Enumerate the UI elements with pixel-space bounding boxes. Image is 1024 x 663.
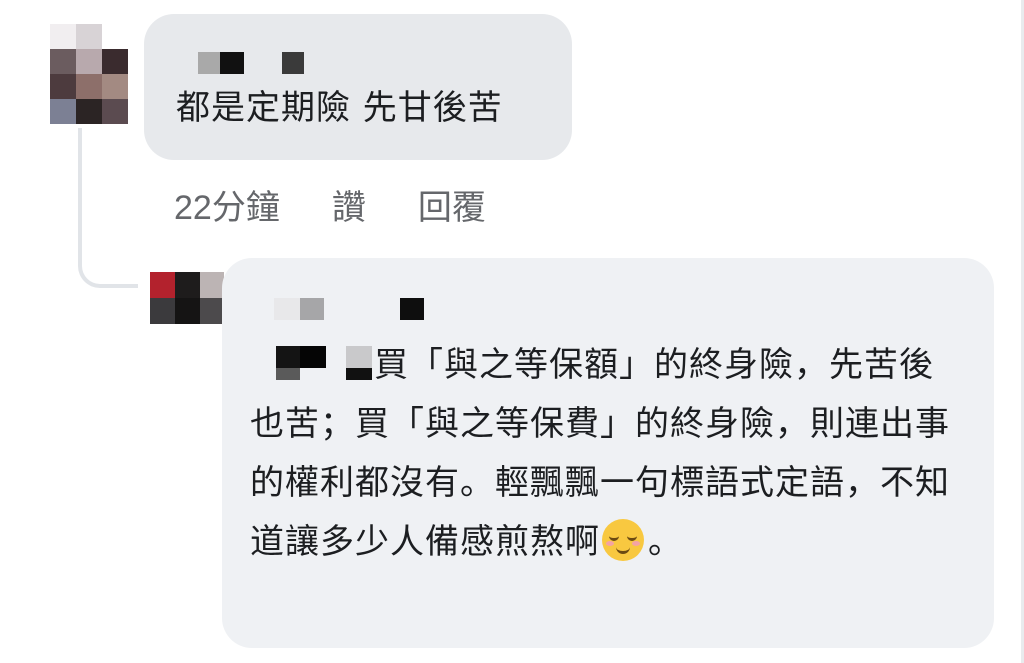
reply-bubble: 買「與之等保額」的終身險，先苦後也苦；買「與之等保費」的終身險，則連出事的權利都… <box>222 258 994 648</box>
avatar[interactable] <box>50 24 128 124</box>
avatar[interactable] <box>150 272 224 324</box>
thread-connector-line <box>78 128 138 288</box>
comment-text: 都是定期險 先甘後苦 <box>176 88 503 128</box>
comment-thread: 都是定期險 先甘後苦 22分鐘 讚 回覆 買「與之等保額」的終身險，先苦後也苦；… <box>0 0 1024 663</box>
reply-button[interactable]: 回覆 <box>418 180 486 229</box>
comment-actions: 22分鐘 讚 回覆 <box>174 180 486 229</box>
comment-timestamp[interactable]: 22分鐘 <box>174 180 280 229</box>
comment-bubble: 都是定期險 先甘後苦 <box>144 14 572 160</box>
tagged-name-mosaic[interactable] <box>250 346 374 380</box>
commenter-name[interactable] <box>198 52 318 74</box>
replier-name[interactable] <box>274 298 424 320</box>
like-button[interactable]: 讚 <box>332 180 366 229</box>
reply-text-end: 。 <box>648 522 683 562</box>
relieved-face-emoji-icon <box>602 519 644 561</box>
reply-text-block: 買「與之等保額」的終身險，先苦後也苦；買「與之等保費」的終身險，則連出事的權利都… <box>250 336 950 572</box>
